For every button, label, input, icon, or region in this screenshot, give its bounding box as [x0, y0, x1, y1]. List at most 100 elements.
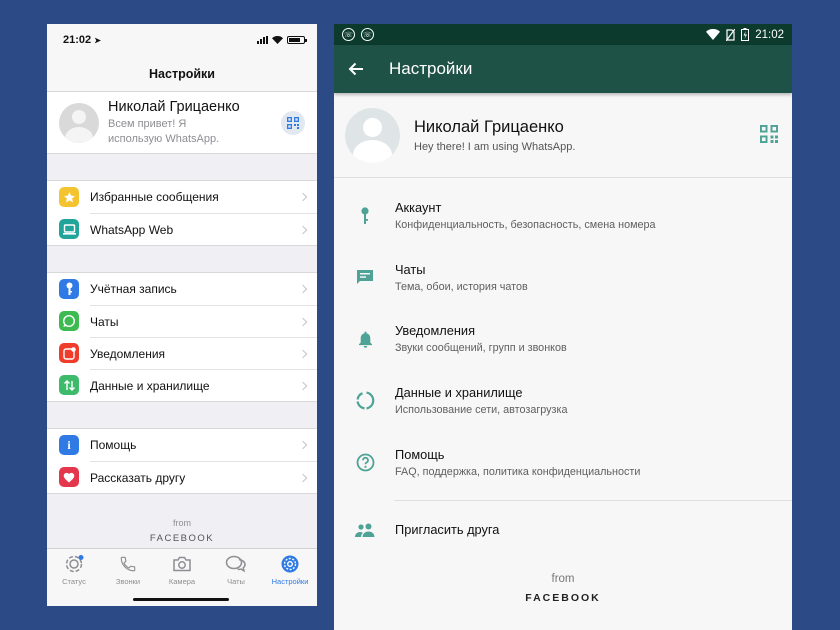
back-arrow-icon[interactable] [348, 62, 364, 76]
ios-row-whatsapp-web[interactable]: WhatsApp Web [47, 213, 317, 245]
android-row-notifications[interactable]: Уведомления Звуки сообщений, групп и зво… [334, 308, 792, 370]
whatsapp-icon [59, 311, 79, 331]
tab-label: Статус [62, 577, 86, 586]
people-icon [354, 523, 376, 537]
avatar[interactable] [345, 107, 400, 163]
ios-row-label: Чаты [90, 314, 119, 329]
tab-settings[interactable]: Настройки [263, 549, 317, 606]
android-profile-row[interactable]: Николай Грицаенко Hey there! I am using … [334, 93, 792, 178]
android-row-label: Данные и хранилище [395, 385, 523, 401]
qr-code-icon[interactable] [760, 125, 778, 143]
no-sim-icon [726, 28, 736, 41]
status-icon [64, 554, 84, 574]
ios-section-settings: Учётная запись Чаты Уведомления Данные и… [47, 272, 317, 402]
chat-icon [354, 269, 376, 285]
key-icon [354, 207, 376, 225]
ios-row-account[interactable]: Учётная запись [47, 273, 317, 305]
viber-icon: ☏ [361, 28, 374, 41]
android-row-text: Помощь FAQ, поддержка, политика конфиден… [395, 447, 640, 478]
footer-from: from [173, 518, 191, 528]
android-status-bar: ☏ ☏ 21:02 [334, 24, 792, 45]
chevron-right-icon [298, 192, 308, 202]
ios-profile-row[interactable]: Николай Грицаенко Всем привет! Я использ… [47, 92, 317, 154]
ios-row-label: Данные и хранилище [90, 378, 210, 393]
ios-nav-bar: Настройки [47, 56, 317, 92]
ios-row-label: WhatsApp Web [90, 222, 174, 237]
help-icon [354, 453, 376, 472]
ios-status-time: 21:02 ➤ [63, 34, 101, 46]
android-status-left: ☏ ☏ [342, 28, 374, 41]
ios-row-chats[interactable]: Чаты [47, 305, 317, 337]
tab-status[interactable]: Статус [47, 549, 101, 606]
android-row-text: Данные и хранилище Использование сети, а… [395, 385, 567, 416]
ios-row-label: Учётная запись [90, 282, 177, 296]
chevron-right-icon [298, 225, 308, 234]
android-row-sub: Звуки сообщений, групп и звонков [395, 342, 567, 355]
qr-code-button[interactable] [281, 111, 305, 135]
android-row-sub: Использование сети, автозагрузка [395, 404, 568, 417]
ios-row-tell-friend[interactable]: Рассказать другу [47, 461, 317, 493]
battery-charging-icon [741, 28, 750, 41]
android-row-account[interactable]: Аккаунт Конфиденциальность, безопасность… [334, 185, 792, 247]
android-row-text: Аккаунт Конфиденциальность, безопасность… [395, 200, 656, 231]
android-row-help[interactable]: Помощь FAQ, поддержка, политика конфиден… [334, 431, 792, 493]
android-row-sub: Конфиденциальность, безопасность, смена … [395, 219, 656, 232]
ios-row-notifications[interactable]: Уведомления [47, 337, 317, 369]
ios-row-data-storage[interactable]: Данные и хранилище [47, 369, 317, 401]
qr-code-icon [287, 117, 299, 129]
bell-icon [354, 330, 376, 348]
ios-row-label: Избранные сообщения [90, 190, 219, 204]
footer-from: from [551, 572, 575, 585]
profile-status: Всем привет! Я использую WhatsApp. [108, 117, 220, 145]
ios-time-text: 21:02 [63, 34, 92, 46]
chevron-right-icon [298, 349, 308, 358]
android-row-text: Пригласить друга [395, 522, 499, 537]
android-row-label: Помощь [395, 446, 445, 462]
android-row-label: Пригласить друга [395, 522, 500, 538]
ios-footer: from FACEBOOK [47, 518, 317, 544]
signal-icon [257, 36, 268, 44]
heart-icon [59, 467, 79, 487]
profile-status: Hey there! I am using WhatsApp. [414, 140, 576, 153]
chevron-right-icon [298, 440, 308, 450]
ios-row-starred[interactable]: Избранные сообщения [47, 181, 317, 213]
android-settings-screen: ☏ ☏ 21:02 Настройки Николай Грицаенко He… [334, 24, 792, 630]
ios-row-label: Уведомления [90, 346, 166, 361]
profile-name: Николай Грицаенко [414, 117, 564, 136]
ios-section-favorites: Избранные сообщения WhatsApp Web [47, 180, 317, 246]
notification-icon [59, 343, 79, 363]
avatar[interactable] [59, 102, 99, 143]
android-row-label: Чаты [395, 261, 426, 277]
android-row-data-storage[interactable]: Данные и хранилище Использование сети, а… [334, 370, 792, 432]
laptop-icon [59, 219, 79, 239]
android-row-text: Чаты Тема, обои, история чатов [395, 262, 528, 293]
android-row-sub: Тема, обои, история чатов [395, 280, 528, 293]
battery-icon [287, 36, 307, 44]
ios-row-help[interactable]: i Помощь [47, 429, 317, 461]
ios-status-indicators [257, 36, 307, 44]
android-row-label: Уведомления [395, 323, 476, 339]
android-row-label: Аккаунт [395, 200, 442, 216]
android-app-bar: Настройки [334, 45, 792, 93]
data-usage-icon [354, 391, 376, 410]
location-arrow-icon: ➤ [94, 36, 101, 45]
tab-label: Чаты [227, 577, 245, 586]
android-row-chats[interactable]: Чаты Тема, обои, история чатов [334, 247, 792, 309]
chevron-right-icon [298, 381, 308, 390]
footer-brand: FACEBOOK [525, 591, 601, 604]
settings-gear-icon [280, 554, 300, 574]
android-footer: from FACEBOOK [334, 573, 792, 604]
wifi-icon [272, 36, 283, 44]
android-status-right: 21:02 [706, 28, 784, 41]
chevron-right-icon [298, 284, 308, 294]
chevron-right-icon [298, 317, 308, 326]
android-row-invite[interactable]: Пригласить друга [334, 501, 792, 559]
home-indicator[interactable] [133, 598, 229, 601]
key-icon [59, 279, 79, 299]
android-row-sub: FAQ, поддержка, политика конфиденциально… [395, 465, 641, 478]
android-profile-text: Николай Грицаенко Hey there! I am using … [414, 118, 575, 153]
